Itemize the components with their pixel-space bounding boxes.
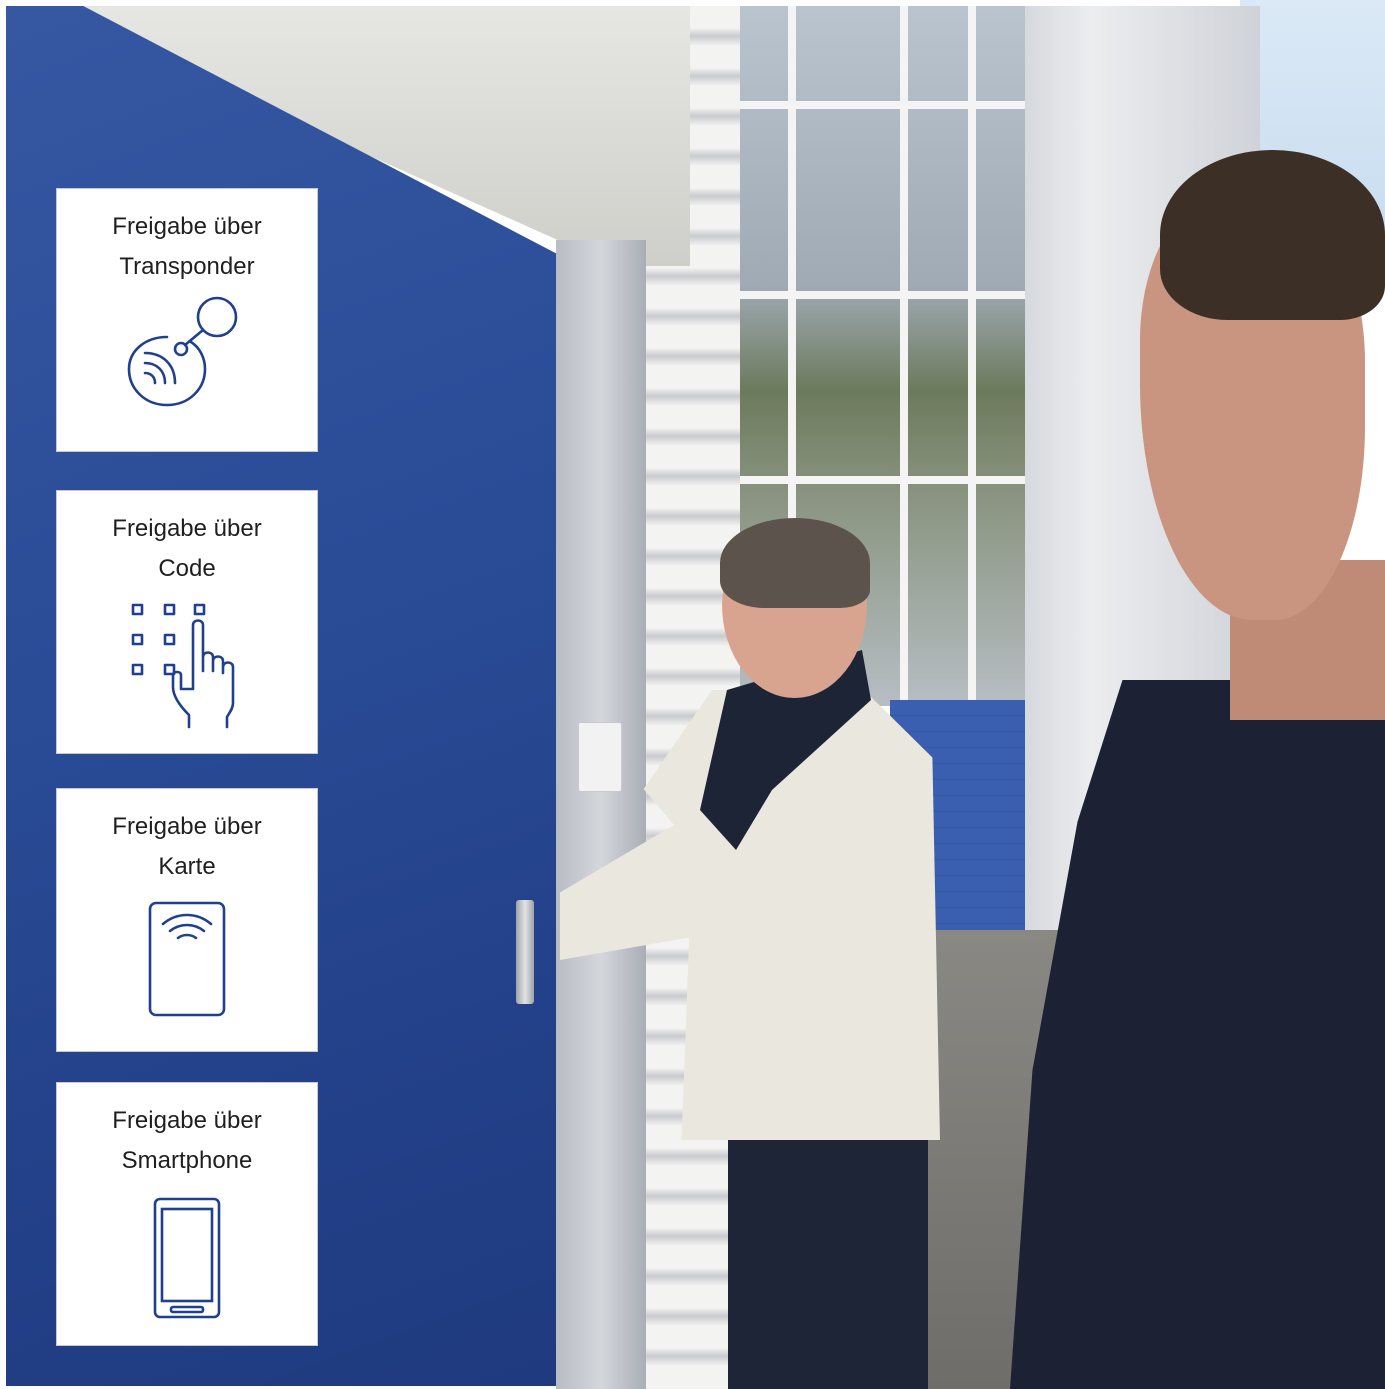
card-card: Freigabe über Karte <box>56 788 318 1052</box>
card-title: Freigabe über Karte <box>57 807 317 887</box>
card-smartphone: Freigabe über Smartphone <box>56 1082 318 1346</box>
card-title-line1: Freigabe über <box>112 813 262 840</box>
door-frame <box>556 240 646 1389</box>
smartphone-icon <box>57 1197 317 1319</box>
card-title-line2: Transponder <box>119 253 255 280</box>
woman-hair <box>720 518 870 608</box>
card-title-line2: Code <box>158 555 216 582</box>
card-title: Freigabe über Smartphone <box>57 1101 317 1181</box>
card-icon <box>57 901 317 1017</box>
keypad-touch-icon <box>57 601 317 729</box>
card-title: Freigabe über Code <box>57 509 317 589</box>
woman-jeans <box>728 1120 928 1389</box>
transponder-icon <box>57 295 317 407</box>
card-title-line2: Smartphone <box>121 1147 253 1174</box>
man-hair <box>1160 150 1385 320</box>
access-keypad <box>578 722 622 792</box>
door-handle <box>516 900 534 1004</box>
card-title-line1: Freigabe über <box>112 1107 262 1134</box>
card-title-line1: Freigabe über <box>112 515 262 542</box>
card-title-line2: Karte <box>158 853 216 880</box>
card-transponder: Freigabe über Transponder <box>56 188 318 452</box>
card-title-line1: Freigabe über <box>112 213 262 240</box>
card-code: Freigabe über Code <box>56 490 318 754</box>
access-method-cards: Freigabe über Transponder Freigabe über … <box>56 0 320 1389</box>
card-title: Freigabe über Transponder <box>57 207 317 287</box>
